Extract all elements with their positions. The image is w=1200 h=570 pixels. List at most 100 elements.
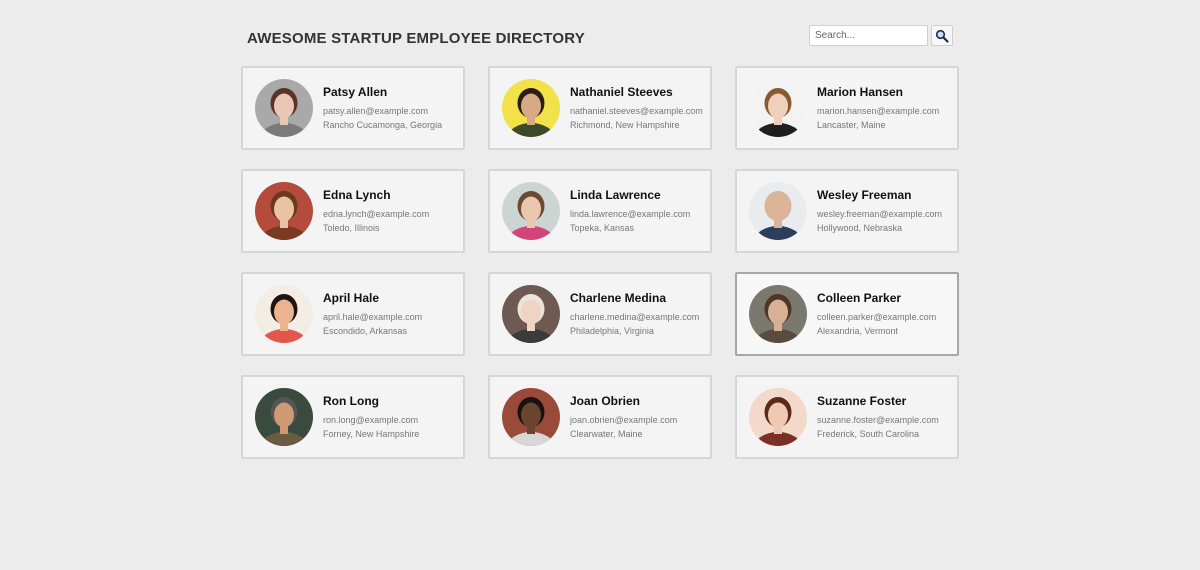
employee-email: colleen.parker@example.com [817,311,937,322]
portrait-image [502,182,560,240]
portrait-image [502,79,560,137]
employee-info: Nathaniel Steeves nathaniel.steeves@exam… [570,85,703,132]
portrait-face [521,402,541,428]
employee-location: Lancaster, Maine [817,119,886,130]
employee-info: Patsy Allen patsy.allen@example.com Ranc… [323,85,442,132]
employee-name: Linda Lawrence [570,187,661,202]
employee-grid: Patsy Allen patsy.allen@example.com Ranc… [241,66,959,459]
employee-card[interactable]: Ron Long ron.long@example.com Forney, Ne… [241,375,465,459]
employee-name: Suzanne Foster [817,393,907,408]
avatar [502,285,560,343]
employee-info: Suzanne Foster suzanne.foster@example.co… [817,394,939,441]
employee-name: April Hale [323,290,380,305]
employee-location: Alexandria, Vermont [817,325,899,336]
employee-info: Ron Long ron.long@example.com Forney, Ne… [323,394,419,441]
portrait-image [749,182,807,240]
employee-card[interactable]: Joan Obrien joan.obrien@example.com Clea… [488,375,712,459]
header: AWESOME STARTUP EMPLOYEE DIRECTORY [241,24,959,54]
employee-location: Toledo, Illinois [323,222,380,233]
employee-name: Nathaniel Steeves [570,84,673,99]
portrait-image [255,79,313,137]
portrait-image [502,285,560,343]
avatar [255,285,313,343]
employee-location: Clearwater, Maine [570,428,643,439]
portrait-image [749,285,807,343]
employee-info: Wesley Freeman wesley.freeman@example.co… [817,188,942,235]
avatar [502,388,560,446]
employee-card[interactable]: Nathaniel Steeves nathaniel.steeves@exam… [488,66,712,150]
portrait-face [768,402,788,428]
employee-info: Colleen Parker colleen.parker@example.co… [817,291,936,338]
portrait-face [768,299,788,325]
avatar [255,182,313,240]
avatar [255,388,313,446]
employee-card[interactable]: Colleen Parker colleen.parker@example.co… [735,272,959,356]
portrait-face [274,196,294,222]
avatar [749,79,807,137]
employee-info: April Hale april.hale@example.com Escond… [323,291,422,338]
portrait-image [502,388,560,446]
employee-email: ron.long@example.com [323,414,419,425]
portrait-image [255,388,313,446]
employee-location: Rancho Cucamonga, Georgia [323,119,443,130]
employee-location: Forney, New Hampshire [323,428,420,439]
employee-name: Ron Long [323,393,379,408]
employee-info: Linda Lawrence linda.lawrence@example.co… [570,188,690,235]
employee-location: Hollywood, Nebraska [817,222,903,233]
employee-name: Marion Hansen [817,84,904,99]
avatar [502,182,560,240]
employee-card[interactable]: Marion Hansen marion.hansen@example.com … [735,66,959,150]
portrait-face [274,299,294,325]
search-button[interactable] [931,25,953,46]
employee-info: Marion Hansen marion.hansen@example.com … [817,85,939,132]
employee-email: wesley.freeman@example.com [817,208,943,219]
portrait-face [521,299,541,325]
portrait-face [274,402,294,428]
employee-email: charlene.medina@example.com [570,311,700,322]
avatar [255,79,313,137]
page-title: AWESOME STARTUP EMPLOYEE DIRECTORY [247,30,585,47]
avatar [749,388,807,446]
employee-name: Wesley Freeman [817,187,912,202]
portrait-face [768,93,788,119]
employee-email: linda.lawrence@example.com [570,208,691,219]
employee-location: Philadelphia, Virginia [570,325,654,336]
portrait-face [768,196,788,222]
employee-card[interactable]: Patsy Allen patsy.allen@example.com Ranc… [241,66,465,150]
employee-email: marion.hansen@example.com [817,105,940,116]
employee-card[interactable]: Linda Lawrence linda.lawrence@example.co… [488,169,712,253]
portrait-image [749,388,807,446]
avatar [502,79,560,137]
employee-card[interactable]: Edna Lynch edna.lynch@example.com Toledo… [241,169,465,253]
portrait-image [255,285,313,343]
portrait-face [274,93,294,119]
employee-card[interactable]: Suzanne Foster suzanne.foster@example.co… [735,375,959,459]
employee-location: Topeka, Kansas [570,222,635,233]
employee-card[interactable]: Wesley Freeman wesley.freeman@example.co… [735,169,959,253]
employee-card[interactable]: Charlene Medina charlene.medina@example.… [488,272,712,356]
employee-email: edna.lynch@example.com [323,208,430,219]
employee-email: april.hale@example.com [323,311,423,322]
avatar [749,182,807,240]
employee-info: Charlene Medina charlene.medina@example.… [570,291,699,338]
directory-page: AWESOME STARTUP EMPLOYEE DIRECTORY Patsy… [0,0,1200,570]
employee-location: Frederick, South Carolina [817,428,920,439]
employee-name: Edna Lynch [323,187,391,202]
portrait-face [521,93,541,119]
employee-name: Colleen Parker [817,290,902,305]
avatar [749,285,807,343]
portrait-image [255,182,313,240]
employee-email: suzanne.foster@example.com [817,414,939,425]
employee-email: nathaniel.steeves@example.com [570,105,703,116]
employee-card[interactable]: April Hale april.hale@example.com Escond… [241,272,465,356]
employee-email: patsy.allen@example.com [323,105,429,116]
search-form [809,25,953,46]
employee-email: joan.obrien@example.com [570,414,678,425]
employee-info: Edna Lynch edna.lynch@example.com Toledo… [323,188,429,235]
magnifier-icon [935,29,949,43]
search-input[interactable] [809,25,928,46]
portrait-face [521,196,541,222]
employee-name: Charlene Medina [570,290,667,305]
employee-info: Joan Obrien joan.obrien@example.com Clea… [570,394,677,441]
employee-name: Joan Obrien [570,393,641,408]
